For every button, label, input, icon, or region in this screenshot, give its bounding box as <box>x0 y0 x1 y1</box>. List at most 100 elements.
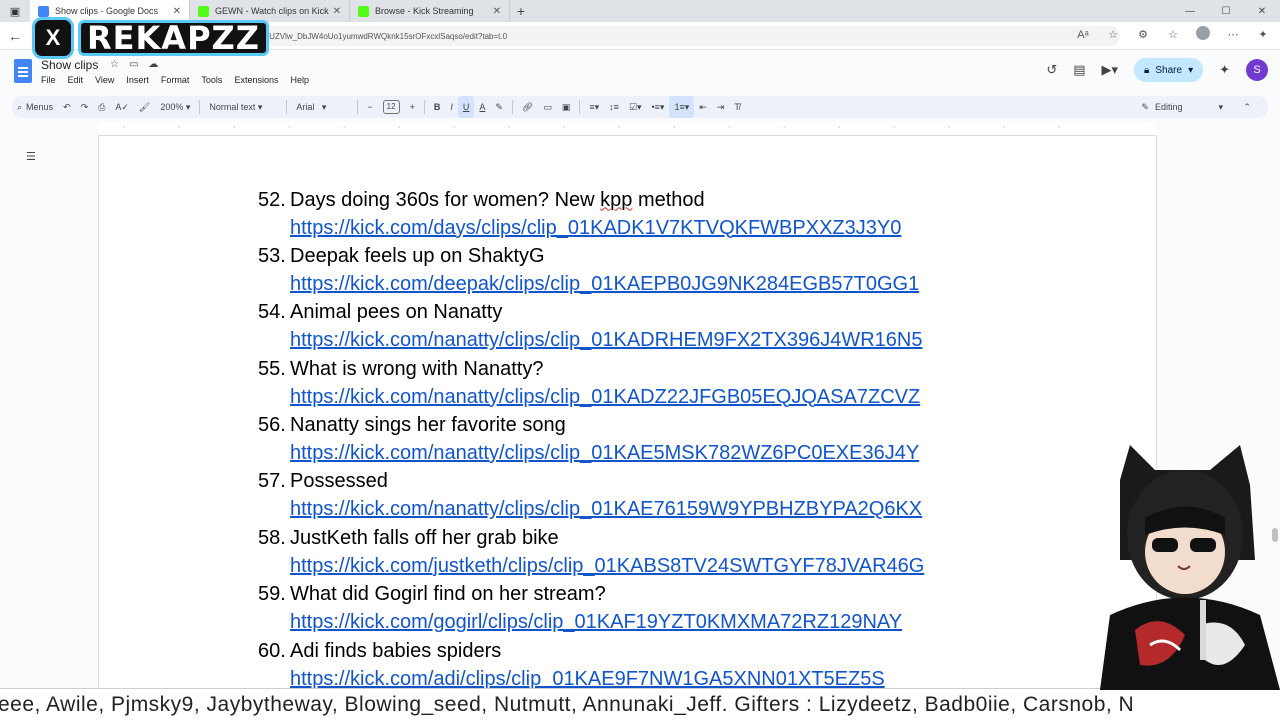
italic-icon[interactable]: I <box>445 96 458 118</box>
menu-edit[interactable]: Edit <box>68 75 84 85</box>
extension-icon[interactable]: ⚙ <box>1134 28 1152 41</box>
clip-link[interactable]: https://kick.com/gogirl/clips/clip_01KAF… <box>258 609 1018 637</box>
align-icon[interactable]: ≡▾ <box>584 96 604 118</box>
profile-icon[interactable] <box>1194 26 1212 43</box>
spellcheck-icon[interactable]: A✓ <box>110 96 134 118</box>
clip-link[interactable]: https://kick.com/nanatty/clips/clip_01KA… <box>258 440 1018 468</box>
menu-format[interactable]: Format <box>161 75 190 85</box>
bulleted-list-icon[interactable]: •≡▾ <box>647 96 670 118</box>
clip-link[interactable]: https://kick.com/nanatty/clips/clip_01KA… <box>258 496 1018 524</box>
more-icon[interactable]: ⋯ <box>1224 28 1242 41</box>
tab-actions-icon[interactable]: ▣ <box>0 0 30 22</box>
menus-search[interactable]: ⌕ Menus <box>12 96 58 118</box>
list-item: 54. Animal pees on Nanatty https://kick.co… <box>258 299 1018 355</box>
numbered-list-icon[interactable]: 1≡▾ <box>669 96 695 118</box>
favorites-icon[interactable]: ☆ <box>1164 28 1182 41</box>
new-tab-button[interactable]: + <box>510 0 532 22</box>
decrease-font-size-icon[interactable]: − <box>362 96 377 118</box>
close-tab-icon[interactable]: ✕ <box>173 6 181 17</box>
style-select[interactable]: Normal text ▾ <box>204 96 282 118</box>
menu-insert[interactable]: Insert <box>126 75 149 85</box>
list-item-title-line[interactable]: 58. JustKeth falls off her grab bike <box>258 524 1018 552</box>
menu-extensions[interactable]: Extensions <box>234 75 278 85</box>
insert-link-icon[interactable]: 🔗︎ <box>517 96 538 118</box>
maximize-icon[interactable]: ☐ <box>1208 0 1244 22</box>
clip-link[interactable]: https://kick.com/justketh/clips/clip_01K… <box>258 552 1018 580</box>
account-avatar[interactable]: S <box>1246 59 1268 81</box>
spelling-error[interactable]: kpp <box>600 189 632 211</box>
document-outline-icon[interactable]: ☰ <box>26 150 36 163</box>
list-item-title-line[interactable]: 54. Animal pees on Nanatty <box>258 299 1018 327</box>
paint-format-icon[interactable]: 🖌︎ <box>134 96 155 118</box>
clip-link[interactable]: https://kick.com/nanatty/clips/clip_01KA… <box>258 383 1018 411</box>
list-item-title-line[interactable]: 56. Nanatty sings her favorite song <box>258 412 1018 440</box>
menu-help[interactable]: Help <box>290 75 309 85</box>
add-comment-icon[interactable]: ▭ <box>538 96 557 118</box>
menu-tools[interactable]: Tools <box>201 75 222 85</box>
text-color-icon[interactable]: A <box>474 96 490 118</box>
editing-mode-select[interactable]: ✎ Editing ▾ <box>1136 96 1228 118</box>
streamer-avatar <box>1100 445 1280 690</box>
ruler-tick: · <box>728 124 731 131</box>
list-item: 53. Deepak feels up on ShaktyG https://kic… <box>258 242 1018 298</box>
list-item-title-line[interactable]: 60. Adi finds babies spiders <box>258 637 1018 665</box>
chevron-down-icon[interactable]: ▾ <box>1188 65 1193 76</box>
tab-browse-kick[interactable]: Browse - Kick Streaming ✕ <box>350 0 510 22</box>
copilot-icon[interactable]: ✦ <box>1254 28 1272 41</box>
collapse-toolbar-icon[interactable]: ⌃ <box>1238 96 1256 118</box>
menu-view[interactable]: View <box>95 75 114 85</box>
line-spacing-icon[interactable]: ↕≡ <box>604 96 624 118</box>
close-tab-icon[interactable]: ✕ <box>333 6 341 17</box>
google-docs-icon[interactable] <box>14 59 32 83</box>
meet-icon[interactable]: ▶▾ <box>1102 62 1119 78</box>
increase-font-size-icon[interactable]: + <box>405 96 420 118</box>
menu-file[interactable]: File <box>41 75 56 85</box>
share-button[interactable]: 🔒︎ Share ▾ <box>1134 58 1204 82</box>
increase-indent-icon[interactable]: ⇥ <box>712 96 730 118</box>
ruler[interactable]: · · · · · · · · · · · · · · · · · · <box>98 122 1156 136</box>
print-icon[interactable]: ⎙ <box>93 96 110 118</box>
clip-title: JustKeth falls off her grab bike <box>290 526 559 549</box>
bold-icon[interactable]: B <box>429 96 446 118</box>
gemini-icon[interactable]: ✦ <box>1219 62 1230 78</box>
list-item-title-line[interactable]: 59. What did Gogirl find on her stream? <box>258 581 1018 609</box>
clip-title: Animal pees on Nanatty <box>290 301 503 324</box>
editing-label: Editing <box>1154 102 1183 112</box>
list-item-title-line[interactable]: 52. Days doing 360s for women? New kpp me… <box>258 186 1018 214</box>
x-logo-icon: X <box>32 17 74 59</box>
back-arrow-icon[interactable]: ← <box>0 28 30 44</box>
underline-icon[interactable]: U <box>457 96 475 118</box>
style-value: Normal text <box>209 102 256 112</box>
zoom-value: 200% <box>160 102 184 112</box>
list-item-title-line[interactable]: 57. Possessed <box>258 468 1018 496</box>
read-aloud-icon[interactable]: Aᵃ <box>1074 29 1092 41</box>
version-history-icon[interactable]: ↺ <box>1046 62 1057 78</box>
checklist-icon[interactable]: ☑▾ <box>624 96 647 118</box>
comments-icon[interactable]: ▤ <box>1073 62 1085 78</box>
clip-link[interactable]: https://kick.com/deepak/clips/clip_01KAE… <box>258 270 1018 298</box>
clip-link[interactable]: https://kick.com/nanatty/clips/clip_01KA… <box>258 327 1018 355</box>
insert-image-icon[interactable]: ▣ <box>557 96 576 118</box>
decrease-indent-icon[interactable]: ⇤ <box>694 96 712 118</box>
redo-icon[interactable]: ↷ <box>76 96 94 118</box>
font-size-field[interactable]: 12 <box>378 96 405 118</box>
list-item-title-line[interactable]: 53. Deepak feels up on ShaktyG <box>258 242 1018 270</box>
zoom-select[interactable]: 200% ▾ <box>155 96 195 118</box>
clear-formatting-icon[interactable]: T̸ <box>729 96 745 118</box>
clip-link[interactable]: https://kick.com/days/clips/clip_01KADK1… <box>258 214 1018 242</box>
list-item-title-line[interactable]: 55. What is wrong with Nanatty? <box>258 355 1018 383</box>
close-tab-icon[interactable]: ✕ <box>493 6 501 17</box>
move-folder-icon[interactable]: ▭ <box>129 59 138 70</box>
font-select[interactable]: Arial ▾ <box>291 96 353 118</box>
favorite-star-icon[interactable]: ☆ <box>1104 28 1122 41</box>
star-icon[interactable]: ☆ <box>110 59 119 70</box>
close-window-icon[interactable]: ✕ <box>1244 0 1280 22</box>
cloud-status-icon[interactable]: ☁ <box>148 59 158 70</box>
ruler-tick: · <box>343 124 346 131</box>
url-field[interactable]: 1vrUZVlw_DbJW4oUo1yumwdRWQknk15srOFxcxlS… <box>230 26 1120 46</box>
highlight-icon[interactable]: ✎ <box>490 96 508 118</box>
document-title[interactable]: Show clips <box>41 58 98 72</box>
undo-icon[interactable]: ↶ <box>58 96 76 118</box>
minimize-icon[interactable]: — <box>1172 0 1208 22</box>
list-item: 57. Possessed https://kick.com/nanatty/cli… <box>258 468 1018 524</box>
